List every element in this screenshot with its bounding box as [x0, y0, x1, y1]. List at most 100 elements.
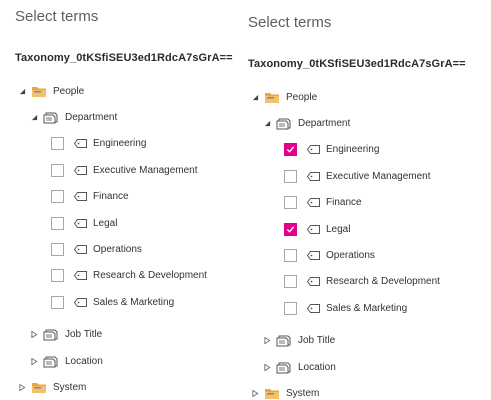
collapse-arrow-icon[interactable] [263, 363, 272, 372]
tree-term-item[interactable]: Research & Development [284, 273, 440, 291]
tree-term-item[interactable]: Executive Management [51, 161, 198, 179]
term-checkbox[interactable] [284, 169, 297, 183]
tag-icon [307, 145, 320, 155]
tree-group-people[interactable]: People [18, 82, 84, 100]
tree-termset-item[interactable]: Job Title [30, 326, 102, 344]
tree-term-item-label: Research & Development [326, 276, 440, 288]
tag-icon [307, 303, 320, 313]
tag-icon [307, 198, 320, 208]
term-checkbox[interactable] [51, 137, 64, 151]
tag-icon [74, 218, 87, 228]
tree-term-item-label: Operations [326, 249, 375, 261]
tree-group-system-label: System [53, 381, 87, 393]
tree-term-item[interactable]: Finance [284, 194, 362, 212]
term-checkbox[interactable] [51, 163, 64, 177]
tag-icon [74, 139, 87, 149]
tree-group-people-label: People [53, 85, 85, 97]
term-checkbox[interactable] [284, 196, 297, 210]
taxonomy-name: Taxonomy_0tKSfiSEU3ed1RdcA7sGrA== [15, 52, 233, 64]
term-checkbox[interactable] [51, 242, 64, 256]
term-checkbox[interactable] [284, 222, 297, 236]
term-checkbox[interactable] [51, 269, 64, 283]
tree-term-item-label: Operations [93, 243, 142, 255]
tree-term-item[interactable]: Operations [51, 240, 142, 258]
tree-term-item-label: Finance [326, 197, 362, 209]
tree-term-item[interactable]: Engineering [51, 135, 146, 153]
tree-term-item[interactable]: Engineering [284, 141, 379, 159]
tree-term-item-label: Research & Development [93, 270, 207, 282]
tree-group-system[interactable]: System [18, 378, 86, 396]
tree-term-item[interactable]: Sales & Marketing [284, 299, 407, 317]
expand-arrow-icon[interactable] [263, 119, 272, 128]
tree-termset-item[interactable]: Job Title [263, 332, 335, 350]
dialog-title: Select terms [15, 8, 99, 25]
tree-termset-item-label: Location [298, 361, 336, 373]
collapse-arrow-icon[interactable] [30, 357, 39, 366]
collapse-arrow-icon[interactable] [263, 336, 272, 345]
collapse-arrow-icon[interactable] [30, 330, 39, 339]
termset-icon [276, 334, 292, 348]
tree-group-people-label: People [286, 91, 318, 103]
term-checkbox[interactable] [284, 143, 297, 157]
term-checkbox[interactable] [51, 190, 64, 204]
tree-term-item-label: Legal [93, 217, 118, 229]
tree-group-system-label: System [286, 387, 320, 399]
term-checkbox[interactable] [284, 248, 297, 262]
folder-icon [264, 386, 280, 400]
tree-term-item-label: Executive Management [326, 170, 431, 182]
tree-termset-item-label: Job Title [298, 335, 336, 347]
tree-termset-department-label: Department [298, 117, 351, 129]
tag-icon [74, 165, 87, 175]
folder-icon [31, 380, 47, 394]
tree-term-item[interactable]: Operations [284, 246, 375, 264]
term-checkbox[interactable] [51, 295, 64, 309]
expand-arrow-icon[interactable] [251, 93, 260, 102]
right-panel: Select terms Taxonomy_0tKSfiSEU3ed1RdcA7s… [240, 0, 491, 400]
tree-term-item[interactable]: Sales & Marketing [51, 293, 174, 311]
tree-termset-department[interactable]: Department [30, 108, 117, 126]
expand-arrow-icon[interactable] [18, 87, 27, 96]
expand-arrow-icon[interactable] [30, 113, 39, 122]
term-checkbox[interactable] [284, 275, 297, 289]
tag-icon [74, 271, 87, 281]
tree-term-item[interactable]: Finance [51, 188, 129, 206]
tree-term-item[interactable]: Legal [284, 220, 350, 238]
termset-icon [43, 110, 59, 124]
taxonomy-name: Taxonomy_0tKSfiSEU3ed1RdcA7sGrA== [248, 58, 466, 70]
tag-icon [74, 297, 87, 307]
tree-term-item-label: Executive Management [93, 164, 198, 176]
tree-group-people[interactable]: People [251, 88, 317, 106]
termset-icon [276, 360, 292, 374]
tree-term-item-label: Sales & Marketing [93, 296, 175, 308]
folder-icon [264, 90, 280, 104]
tag-icon [307, 277, 320, 287]
tree-term-item[interactable]: Legal [51, 214, 117, 232]
term-checkbox[interactable] [284, 301, 297, 315]
tree-group-system[interactable]: System [251, 384, 319, 400]
tree-termset-department[interactable]: Department [263, 114, 350, 132]
tag-icon [307, 250, 320, 260]
collapse-arrow-icon[interactable] [18, 383, 27, 392]
tree-termset-item[interactable]: Location [263, 358, 336, 376]
tree-term-item[interactable]: Research & Development [51, 267, 207, 285]
tree-termset-item-label: Location [65, 355, 103, 367]
tree-termset-item-label: Job Title [65, 329, 103, 341]
tree-term-item-label: Legal [326, 223, 351, 235]
tag-icon [307, 171, 320, 181]
tree-term-item-label: Sales & Marketing [326, 302, 408, 314]
tag-icon [307, 224, 320, 234]
tag-icon [74, 192, 87, 202]
collapse-arrow-icon[interactable] [251, 389, 260, 398]
tree-term-item[interactable]: Executive Management [284, 167, 431, 185]
tree-term-item-label: Engineering [326, 144, 380, 156]
termset-icon [276, 116, 292, 130]
termset-icon [43, 354, 59, 368]
tree-termset-item[interactable]: Location [30, 352, 103, 370]
term-checkbox[interactable] [51, 216, 64, 230]
tag-icon [74, 244, 87, 254]
tree-term-item-label: Finance [93, 191, 129, 203]
left-panel: Select terms Taxonomy_0tKSfiSEU3ed1RdcA7s… [0, 0, 240, 400]
folder-icon [31, 84, 47, 98]
tree-termset-department-label: Department [65, 111, 118, 123]
termset-icon [43, 328, 59, 342]
